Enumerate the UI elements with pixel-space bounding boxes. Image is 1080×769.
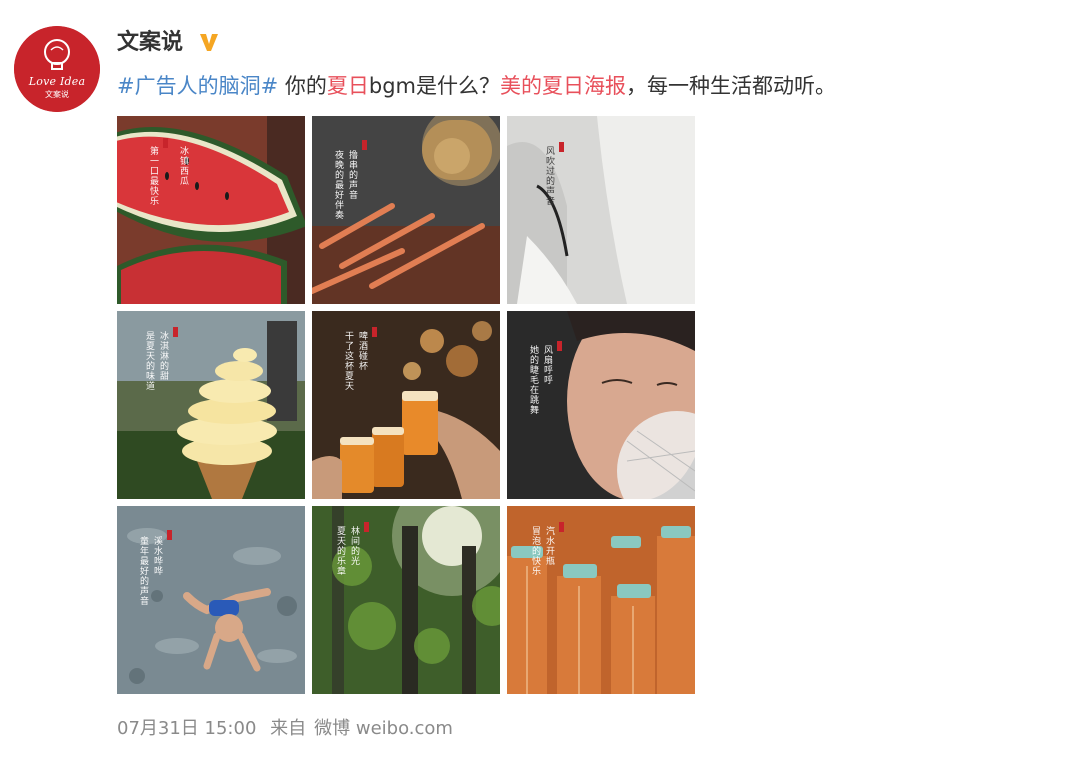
poster-caption: 夜晚的最好伴奏 (333, 150, 343, 220)
post-highlight: 夏日 (326, 74, 369, 98)
poster-caption: 是夏天的味道 (144, 331, 154, 391)
post-text-part: 你的 (278, 74, 327, 98)
poster-caption: 风扇呼呼 (542, 345, 552, 385)
poster-caption: 夏天的乐章 (335, 526, 345, 576)
poster-wind-curtain[interactable]: 风吹过的声音 (507, 116, 695, 304)
poster-caption: 风吹过的声音 (544, 146, 554, 206)
poster-seal (557, 341, 562, 351)
poster-seal (559, 522, 564, 532)
poster-fan-breeze[interactable]: 风扇呼呼 她的睫毛在跳舞 (507, 311, 695, 499)
poster-seal (364, 522, 369, 532)
poster-caption: 冰镇西瓜 (178, 146, 188, 186)
verified-v-icon (200, 34, 218, 51)
post-text-part: ，每一种生活都动听。 (626, 74, 837, 98)
poster-street-barbecue[interactable]: 撸串的声音 夜晚的最好伴奏 (312, 116, 500, 304)
poster-caption: 冒泡的快乐 (530, 526, 540, 576)
poster-caption: 冰淇淋的甜 (158, 331, 168, 381)
avatar[interactable]: Love Idea 文案说 (14, 26, 100, 112)
poster-child-in-stream[interactable]: 溪水哗哗 童年最好的声音 (117, 506, 305, 694)
post-text: #广告人的脑洞# 你的夏日bgm是什么？美的夏日海报，每一种生活都动听。 (117, 70, 836, 102)
poster-caption: 林间的光 (349, 526, 359, 566)
poster-caption: 童年最好的声音 (138, 536, 148, 606)
poster-caption: 汽水开瓶 (544, 526, 554, 566)
poster-seal (372, 327, 377, 337)
poster-ice-cream[interactable]: 冰淇淋的甜 是夏天的味道 (117, 311, 305, 499)
poster-caption: 撸串的声音 (347, 150, 357, 200)
poster-soda-bottles[interactable]: 汽水开瓶 冒泡的快乐 (507, 506, 695, 694)
post-timestamp[interactable]: 07月31日 15:00 (117, 718, 256, 739)
source-prefix: 来自 (270, 718, 307, 739)
post-text-part: bgm是什么？ (368, 74, 501, 98)
poster-beer-toast[interactable]: 啤酒碰杯 干了这杯夏天 (312, 311, 500, 499)
image-grid: 冰镇西瓜 第一口最快乐 撸串的声音 夜晚的最好伴奏 风吹过的声音 冰淇淋的甜 是… (117, 116, 695, 694)
poster-caption: 啤酒碰杯 (357, 331, 367, 371)
poster-seal (362, 140, 367, 150)
poster-caption: 干了这杯夏天 (343, 331, 353, 391)
source-link[interactable]: 微博 weibo.com (314, 718, 453, 739)
post-meta: 07月31日 15:00 来自 微博 weibo.com (117, 716, 461, 742)
poster-seal (163, 138, 168, 148)
hashtag-link[interactable]: #广告人的脑洞# (117, 74, 278, 98)
avatar-logo-text: Love Idea (28, 75, 86, 88)
poster-watermelon[interactable]: 冰镇西瓜 第一口最快乐 (117, 116, 305, 304)
poster-seal (173, 327, 178, 337)
poster-caption: 第一口最快乐 (148, 146, 158, 206)
poster-caption: 溪水哗哗 (152, 536, 162, 576)
post-highlight: 美的夏日海报 (500, 74, 627, 98)
avatar-logo-subtext: 文案说 (45, 90, 69, 99)
poster-seal (167, 530, 172, 540)
username-link[interactable]: 文案说 (117, 26, 183, 60)
poster-caption: 她的睫毛在跳舞 (528, 345, 538, 415)
poster-seal (559, 142, 564, 152)
poster-sunlit-forest[interactable]: 林间的光 夏天的乐章 (312, 506, 500, 694)
